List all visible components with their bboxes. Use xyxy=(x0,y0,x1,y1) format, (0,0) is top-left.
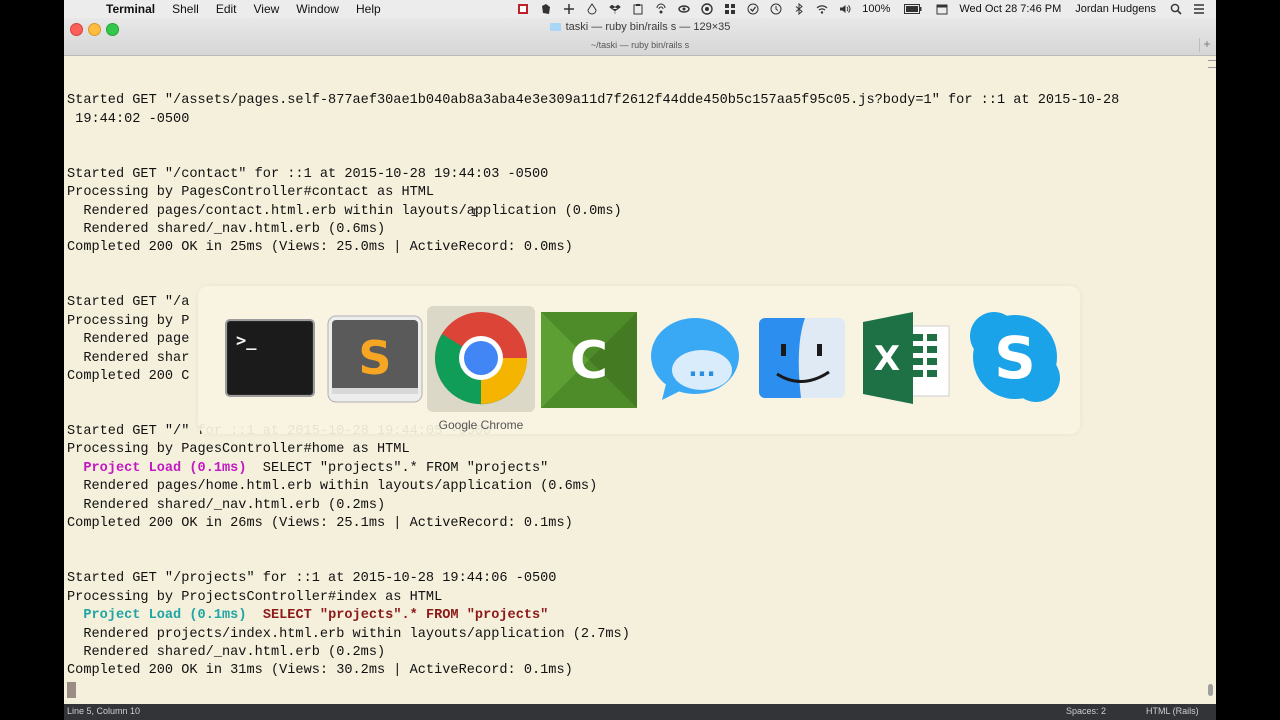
sublime-text-app-icon[interactable]: S xyxy=(324,306,426,408)
screen: Terminal Shell Edit View Window Help 100… xyxy=(64,0,1216,720)
svg-text:>_: >_ xyxy=(236,331,257,351)
menu-window[interactable]: Window xyxy=(296,2,339,16)
window-title-text: taski — ruby bin/rails s — 129×35 xyxy=(565,21,731,33)
status-menus: 100% Wed Oct 28 7:46 PM Jordan Hudgens xyxy=(517,0,1216,18)
record-icon[interactable] xyxy=(517,3,529,15)
terminal-cursor xyxy=(67,682,76,698)
terminal-line: Started GET "/projects" for ::1 at 2015-… xyxy=(67,571,557,586)
terminal-line: Processing by P xyxy=(67,314,190,329)
menu-shell[interactable]: Shell xyxy=(172,2,199,16)
notification-center-icon[interactable] xyxy=(1193,3,1205,15)
terminal-line: Started GET "/contact" for ::1 at 2015-1… xyxy=(67,167,549,182)
terminal-line: Rendered projects/index.html.erb within … xyxy=(67,627,630,642)
grid-icon[interactable] xyxy=(724,3,736,15)
menu-edit[interactable]: Edit xyxy=(216,2,237,16)
bluetooth-icon[interactable] xyxy=(793,3,805,15)
window-title: taski — ruby bin/rails s — 129×35 xyxy=(64,21,1216,33)
terminal-line: Rendered shared/_nav.html.erb (0.2ms) xyxy=(67,498,386,513)
terminal-line: Completed 200 C xyxy=(67,369,190,384)
messages-app-icon[interactable]: ... xyxy=(644,306,746,408)
terminal-app-icon[interactable]: >_ xyxy=(222,306,324,408)
skype-app-icon[interactable]: S xyxy=(964,306,1066,408)
menu-help[interactable]: Help xyxy=(356,2,381,16)
spotlight-search-icon[interactable] xyxy=(1170,3,1182,15)
sql-query: SELECT "projects".* FROM "projects" xyxy=(262,608,549,623)
window-titlebar[interactable]: taski — ruby bin/rails s — 129×35 ~/task… xyxy=(64,18,1216,56)
evernote-icon[interactable] xyxy=(540,3,552,15)
pin-icon[interactable] xyxy=(563,3,575,15)
volume-icon[interactable] xyxy=(839,3,851,15)
terminal-line: Rendered shared/_nav.html.erb (0.2ms) xyxy=(67,645,386,660)
clipboard-icon[interactable] xyxy=(632,3,644,15)
i-beam-cursor-icon: ⌶ xyxy=(471,206,479,220)
selected-app-label: Google Chrome xyxy=(438,418,524,432)
vertical-scrollbar[interactable] xyxy=(1208,60,1216,700)
terminal-line: Processing by PagesController#home as HT… xyxy=(67,442,410,457)
svg-text:C: C xyxy=(570,331,608,391)
terminal-line: Started GET "/assets/pages.self-877aef30… xyxy=(67,93,1120,108)
check-icon[interactable] xyxy=(747,3,759,15)
terminal-line: 19:44:02 -0500 xyxy=(67,112,190,127)
terminal-line: Project Load (0.1ms) SELECT "projects".*… xyxy=(67,460,548,478)
battery-icon[interactable] xyxy=(904,3,922,15)
drop-icon[interactable] xyxy=(586,3,598,15)
eye-icon[interactable] xyxy=(678,3,690,15)
tab-title[interactable]: ~/taski — ruby bin/rails s xyxy=(64,40,1216,50)
terminal-line: Processing by PagesController#contact as… xyxy=(67,185,435,200)
editor-status-bar: Line 5, Column 10 Spaces: 2 HTML (Rails) xyxy=(64,704,1216,720)
target-icon[interactable] xyxy=(701,3,713,15)
menu-view[interactable]: View xyxy=(254,2,280,16)
user-name[interactable]: Jordan Hudgens xyxy=(1075,3,1156,15)
terminal-line: Completed 200 OK in 25ms (Views: 25.0ms … xyxy=(67,240,573,255)
airdrop-icon[interactable] xyxy=(655,3,667,15)
dropbox-icon[interactable] xyxy=(609,3,622,15)
terminal-line: Rendered page xyxy=(67,332,190,347)
terminal-line: Rendered shared/_nav.html.erb (0.6ms) xyxy=(67,222,386,237)
terminal-line: Rendered pages/home.html.erb within layo… xyxy=(67,479,598,494)
indentation-setting[interactable]: Spaces: 2 xyxy=(1066,706,1106,716)
battery-percent[interactable]: 100% xyxy=(862,3,890,15)
menu-terminal[interactable]: Terminal xyxy=(106,2,155,16)
clock[interactable]: Wed Oct 28 7:46 PM xyxy=(959,3,1061,15)
sql-log-tag: Project Load (0.1ms) xyxy=(83,608,247,623)
menu-bar: Terminal Shell Edit View Window Help 100… xyxy=(64,0,1216,19)
wifi-icon[interactable] xyxy=(816,3,828,15)
terminal-line: Rendered pages/contact.html.erb within l… xyxy=(67,204,622,219)
app-switcher: >_ S C ... X S Google Chrome xyxy=(198,286,1080,434)
terminal-line: Project Load (0.1ms) SELECT "projects".*… xyxy=(67,607,548,625)
finder-app-icon[interactable] xyxy=(751,306,853,408)
scroll-top-marker xyxy=(1208,60,1216,68)
terminal-line: Started GET "/a xyxy=(67,295,190,310)
google-chrome-app-icon[interactable] xyxy=(430,306,532,408)
new-tab-button[interactable]: + xyxy=(1199,38,1214,52)
terminal-line: Rendered shar xyxy=(67,351,190,366)
time-machine-icon[interactable] xyxy=(770,3,782,15)
camtasia-app-icon[interactable]: C xyxy=(537,306,639,408)
scrollbar-thumb[interactable] xyxy=(1208,684,1213,696)
folder-icon xyxy=(549,23,561,32)
svg-text:S: S xyxy=(358,331,391,385)
terminal-line: Completed 200 OK in 26ms (Views: 25.1ms … xyxy=(67,516,573,531)
svg-text:S: S xyxy=(994,324,1036,392)
svg-text:X: X xyxy=(874,339,900,379)
terminal-line: Processing by ProjectsController#index a… xyxy=(67,590,443,605)
sql-query: SELECT "projects".* FROM "projects" xyxy=(246,461,549,476)
excel-app-icon[interactable]: X xyxy=(857,306,959,408)
calendar-icon[interactable] xyxy=(936,3,948,15)
terminal-line: Completed 200 OK in 31ms (Views: 30.2ms … xyxy=(67,663,573,678)
syntax-mode[interactable]: HTML (Rails) xyxy=(1146,706,1199,716)
cursor-position: Line 5, Column 10 xyxy=(67,706,141,716)
svg-text:...: ... xyxy=(688,354,715,382)
sql-log-tag: Project Load (0.1ms) xyxy=(83,461,247,476)
